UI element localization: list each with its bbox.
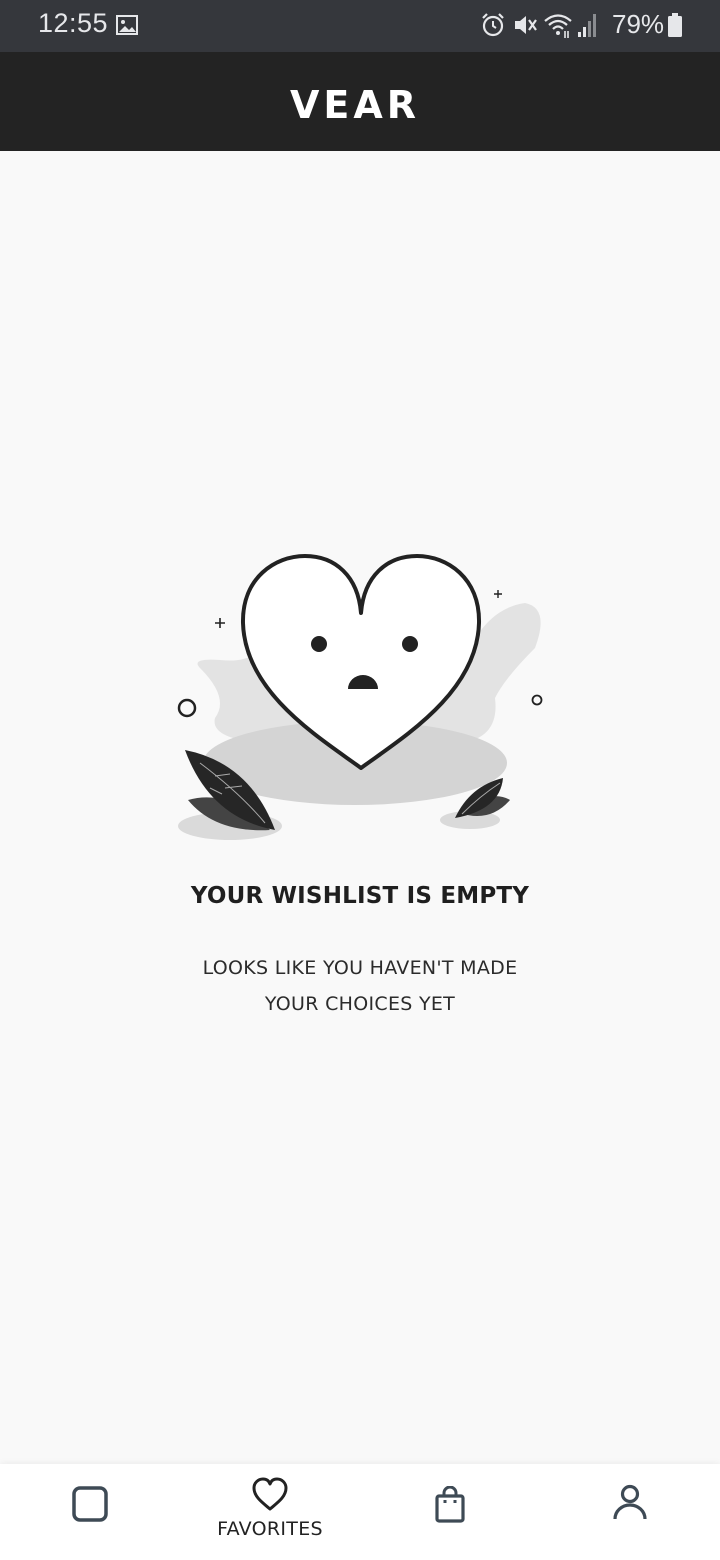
- nav-item-profile[interactable]: [540, 1464, 720, 1560]
- brand-logo-text: VEAR: [290, 85, 420, 121]
- brand-logo: VEAR: [290, 85, 420, 121]
- empty-message: LOOKS LIKE YOU HAVEN'T MADE YOUR CHOICES…: [160, 950, 560, 1022]
- app-root: 12:55 79% VEAR YOUR WISHLIST IS EMPTY LO…: [0, 0, 720, 1560]
- nav-label-favorites: FAVORITES: [217, 1518, 323, 1540]
- empty-message-line2: YOUR CHOICES YET: [264, 993, 456, 1015]
- app-header: VEAR: [0, 52, 720, 151]
- empty-message-line1: LOOKS LIKE YOU HAVEN'T MADE: [202, 957, 518, 979]
- bottom-nav: FAVORITES: [0, 1464, 720, 1560]
- heart-eye-left: [311, 636, 327, 652]
- nav-item-home[interactable]: [0, 1464, 180, 1560]
- square-icon: [72, 1486, 108, 1522]
- heart-icon: [252, 1477, 288, 1511]
- decor-plus-right: [494, 590, 502, 598]
- gallery-icon: [116, 15, 138, 35]
- status-time: 12:55: [38, 8, 109, 38]
- battery-icon: [668, 13, 682, 37]
- mute-icon: [515, 16, 537, 34]
- alarm-icon: [482, 13, 504, 37]
- wifi-icon: [544, 14, 572, 38]
- decor-circle-right: [531, 694, 543, 706]
- status-bar: 12:55 79%: [0, 0, 720, 52]
- decor-circle-left: [177, 698, 197, 718]
- user-icon: [613, 1484, 647, 1520]
- shopping-bag-icon: [435, 1486, 465, 1523]
- heart-eye-right: [402, 636, 418, 652]
- sad-heart-illustration: [177, 554, 543, 840]
- empty-title: YOUR WISHLIST IS EMPTY: [190, 883, 530, 909]
- nav-item-cart[interactable]: [360, 1464, 540, 1560]
- decor-plus-left: [215, 618, 225, 628]
- signal-icon: [578, 14, 596, 37]
- nav-item-favorites[interactable]: FAVORITES: [180, 1464, 360, 1560]
- battery-percent: 79%: [612, 9, 665, 39]
